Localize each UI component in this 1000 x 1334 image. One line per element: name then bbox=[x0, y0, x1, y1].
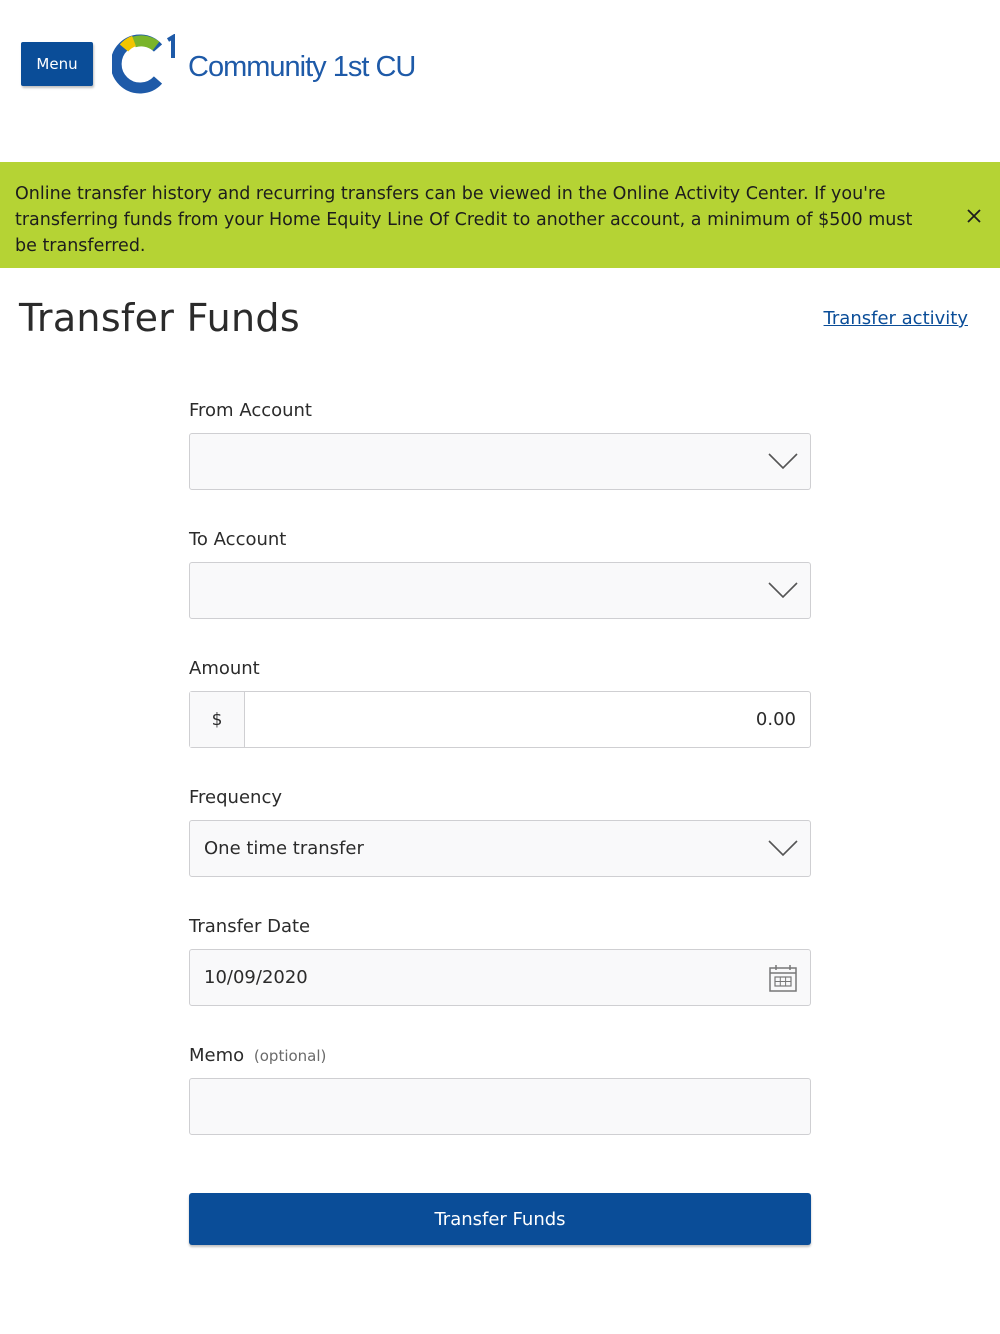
memo-optional-note: (optional) bbox=[253, 1047, 327, 1065]
currency-prefix: $ bbox=[190, 692, 245, 747]
close-icon[interactable] bbox=[962, 204, 986, 228]
amount-label: Amount bbox=[189, 658, 260, 679]
transfer-date-input[interactable]: 10/09/2020 bbox=[189, 949, 811, 1006]
from-account-label: From Account bbox=[189, 400, 312, 421]
memo-field: Memo (optional) bbox=[189, 1045, 811, 1135]
amount-value[interactable]: 0.00 bbox=[245, 709, 810, 730]
frequency-field: Frequency One time transfer bbox=[189, 787, 811, 877]
transfer-date-field: Transfer Date 10/09/2020 bbox=[189, 916, 811, 1006]
logo[interactable]: Community 1st CU bbox=[112, 34, 416, 94]
menu-button[interactable]: Menu bbox=[21, 42, 93, 86]
transfer-activity-link[interactable]: Transfer activity bbox=[824, 308, 968, 329]
from-account-field: From Account bbox=[189, 400, 811, 490]
to-account-label: To Account bbox=[189, 529, 287, 550]
frequency-value: One time transfer bbox=[204, 838, 364, 859]
frequency-label: Frequency bbox=[189, 787, 282, 808]
page-title: Transfer Funds bbox=[19, 296, 300, 340]
frequency-select[interactable]: One time transfer bbox=[189, 820, 811, 877]
to-account-field: To Account bbox=[189, 529, 811, 619]
to-account-select[interactable] bbox=[189, 562, 811, 619]
memo-label: Memo (optional) bbox=[189, 1045, 811, 1069]
memo-label-text: Memo bbox=[189, 1045, 245, 1066]
info-banner: Online transfer history and recurring tr… bbox=[0, 162, 1000, 268]
chevron-down-icon bbox=[768, 582, 798, 599]
logo-text: Community 1st CU bbox=[188, 50, 416, 83]
transfer-funds-button[interactable]: Transfer Funds bbox=[189, 1193, 811, 1245]
chevron-down-icon bbox=[768, 453, 798, 470]
banner-message: Online transfer history and recurring tr… bbox=[15, 184, 913, 256]
transfer-date-value: 10/09/2020 bbox=[204, 967, 308, 988]
from-account-select[interactable] bbox=[189, 433, 811, 490]
chevron-down-icon bbox=[768, 840, 798, 857]
transfer-date-label: Transfer Date bbox=[189, 916, 311, 937]
memo-input[interactable] bbox=[189, 1078, 811, 1135]
header: Menu Community 1st CU bbox=[0, 0, 1000, 162]
calendar-icon[interactable] bbox=[768, 963, 798, 993]
amount-field: Amount $ 0.00 bbox=[189, 658, 811, 748]
amount-input[interactable]: $ 0.00 bbox=[189, 691, 811, 748]
community-first-logo-icon bbox=[112, 34, 175, 94]
